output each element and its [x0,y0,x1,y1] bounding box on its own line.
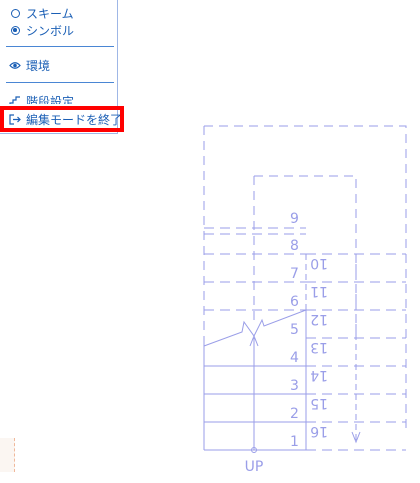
tread-hidden [204,227,306,235]
step-number: 1 [290,434,299,450]
step-number: 6 [290,294,299,310]
step-number: 16 [310,423,328,439]
step-number: 5 [290,322,299,338]
outer-boundary-line [204,125,407,428]
step-number: 12 [310,311,328,327]
up-label: UP [245,459,264,475]
step-number: 2 [290,406,299,422]
step-number: 9 [290,211,299,227]
step-number: 10 [310,255,328,271]
step-number: 13 [310,339,328,355]
step-number: 15 [310,395,328,411]
inner-boundary-line [254,175,357,340]
step-number: 7 [290,266,299,282]
step-number: 4 [290,350,299,366]
step-number: 11 [310,283,328,299]
step-number: 14 [310,367,328,383]
step-number: 8 [290,238,299,254]
step-number: 3 [290,378,299,394]
stair-drawing[interactable]: 1 2 3 4 5 6 7 8 9 16 15 14 13 12 11 10 U… [0,0,420,483]
